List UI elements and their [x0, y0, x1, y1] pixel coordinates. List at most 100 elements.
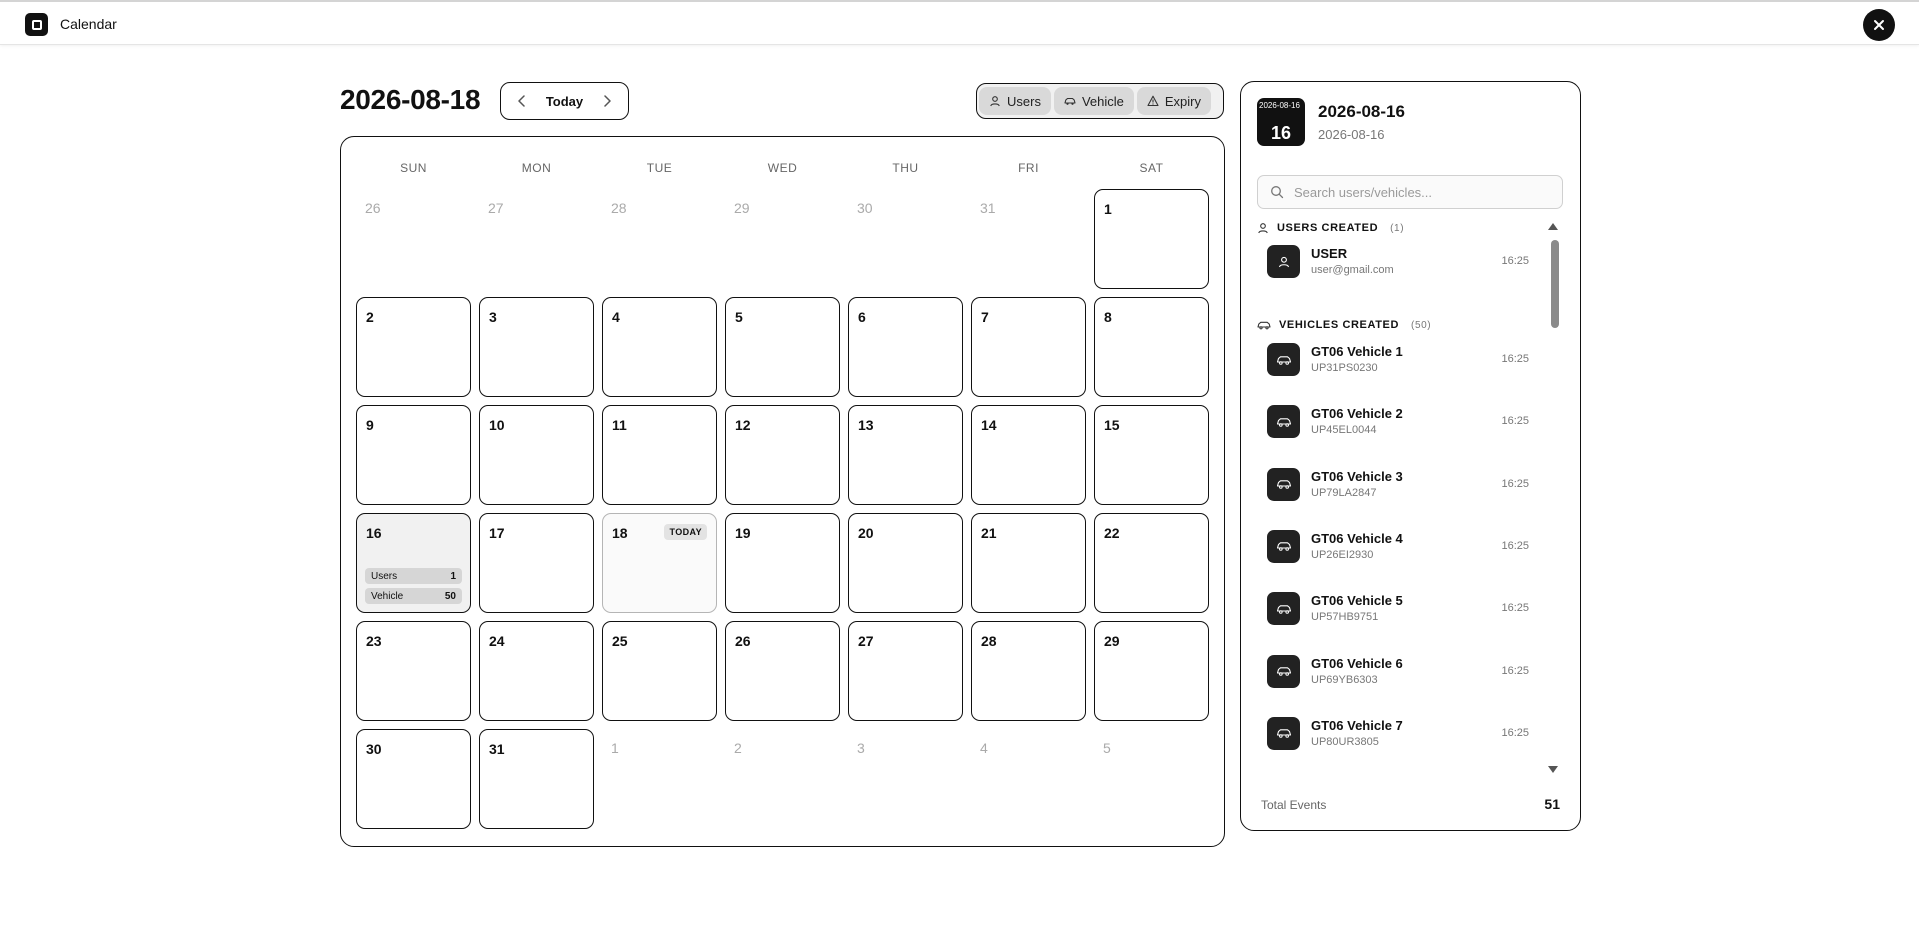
day-number: 12 [735, 417, 751, 433]
day-number: 1 [1104, 201, 1112, 217]
day-cell[interactable]: 10 [479, 405, 594, 505]
day-cell[interactable]: 2 [356, 297, 471, 397]
events-list[interactable]: USERS CREATED (1) USER user@gmail.com 16:… [1241, 217, 1541, 757]
weekday-header: MON [521, 161, 552, 175]
day-cell[interactable]: 17 [479, 513, 594, 613]
event-item-subtitle: UP31PS0230 [1311, 362, 1378, 374]
day-cell[interactable]: 1 [1094, 189, 1209, 289]
day-cell[interactable]: 11 [602, 405, 717, 505]
day-cell[interactable]: 31 [479, 729, 594, 829]
day-cell[interactable]: 30 [356, 729, 471, 829]
event-item-name: GT06 Vehicle 7 [1311, 717, 1403, 733]
day-cell[interactable]: 29 [1094, 621, 1209, 721]
day-number: 16 [366, 525, 382, 541]
event-list-item[interactable]: GT06 Vehicle 6 UP69YB6303 16:25 [1253, 647, 1539, 695]
filter-expiry-button[interactable]: Expiry [1136, 87, 1211, 115]
day-cell[interactable]: 8 [1094, 297, 1209, 397]
close-button[interactable] [1863, 9, 1895, 41]
section-header: USERS CREATED (1) [1257, 222, 1404, 234]
day-number: 6 [858, 309, 866, 325]
scroll-up-arrow[interactable] [1548, 223, 1558, 230]
scrollbar-thumb[interactable] [1551, 240, 1559, 328]
day-cell[interactable]: 15 [1094, 405, 1209, 505]
day-cell[interactable]: 5 [725, 297, 840, 397]
day-event-tag-count: 1 [450, 570, 456, 582]
filter-users-button[interactable]: Users [979, 87, 1051, 115]
day-cell[interactable]: 3 [479, 297, 594, 397]
event-list-item[interactable]: USER user@gmail.com 16:25 [1253, 237, 1539, 285]
event-item-name: USER [1311, 246, 1348, 261]
event-item-time: 16:25 [1501, 477, 1529, 490]
event-item-time: 16:25 [1501, 664, 1529, 677]
scroll-down-arrow[interactable] [1548, 766, 1558, 773]
day-cell-outside-month: 4 [971, 729, 1086, 829]
section-header-label: USERS CREATED [1277, 222, 1379, 234]
filter-users-label: Users [1007, 93, 1041, 109]
event-list-item[interactable]: GT06 Vehicle 2 UP45EL0044 16:25 [1253, 397, 1539, 445]
weekday-header: FRI [1018, 161, 1039, 175]
event-item-name: GT06 Vehicle 3 [1311, 468, 1403, 484]
day-cell[interactable]: 24 [479, 621, 594, 721]
day-number: 3 [857, 740, 865, 756]
day-number: 30 [857, 200, 873, 216]
day-cell[interactable]: 21 [971, 513, 1086, 613]
today-badge: TODAY [664, 524, 707, 540]
day-cell[interactable]: 4 [602, 297, 717, 397]
day-cell-outside-month: 3 [848, 729, 963, 829]
close-icon [1874, 20, 1884, 30]
day-cell[interactable]: 20 [848, 513, 963, 613]
day-cell[interactable]: 9 [356, 405, 471, 505]
day-event-tag[interactable]: Users 1 [365, 568, 462, 584]
day-number: 23 [366, 633, 382, 649]
app-logo-icon [25, 13, 48, 36]
day-number: 7 [981, 309, 989, 325]
day-cell[interactable]: 7 [971, 297, 1086, 397]
event-list-item[interactable]: GT06 Vehicle 3 UP79LA2847 16:25 [1253, 460, 1539, 508]
day-number: 4 [612, 309, 620, 325]
event-list-item[interactable]: GT06 Vehicle 7 UP80UR3805 16:25 [1253, 709, 1539, 757]
event-list-item[interactable]: GT06 Vehicle 5 UP57HB9751 16:25 [1253, 584, 1539, 632]
today-button[interactable]: Today [546, 94, 583, 109]
search-input[interactable] [1294, 184, 1544, 200]
day-cell[interactable]: 25 [602, 621, 717, 721]
next-button[interactable] [598, 92, 616, 110]
filter-vehicle-button[interactable]: Vehicle [1053, 87, 1134, 115]
day-number: 9 [366, 417, 374, 433]
day-cell[interactable]: 13 [848, 405, 963, 505]
day-cell[interactable]: 27 [848, 621, 963, 721]
day-cell[interactable]: 28 [971, 621, 1086, 721]
day-cell[interactable]: 22 [1094, 513, 1209, 613]
day-number: 10 [489, 417, 505, 433]
total-events-value: 51 [1544, 796, 1560, 812]
day-event-tag-label: Vehicle [371, 590, 404, 602]
day-number: 5 [1103, 740, 1111, 756]
day-cell-outside-month: 27 [479, 189, 594, 289]
day-number: 21 [981, 525, 997, 541]
event-list-item[interactable]: GT06 Vehicle 1 UP31PS0230 16:25 [1253, 335, 1539, 383]
day-cell[interactable]: 18 TODAY [602, 513, 717, 613]
day-event-tag[interactable]: Vehicle 50 [365, 588, 462, 604]
day-cell[interactable]: 16 Users 1 Vehicle 50 [356, 513, 471, 613]
day-number: 17 [489, 525, 505, 541]
day-cell-outside-month: 29 [725, 189, 840, 289]
event-item-subtitle: UP79LA2847 [1311, 486, 1377, 499]
day-cell[interactable]: 12 [725, 405, 840, 505]
date-badge-day: 16 [1270, 123, 1292, 143]
event-list-item[interactable]: GT06 Vehicle 4 UP26EI2930 16:25 [1253, 522, 1539, 570]
day-number: 27 [488, 200, 504, 216]
event-item-subtitle: user@gmail.com [1311, 264, 1394, 276]
day-number: 13 [858, 417, 874, 433]
day-cell[interactable]: 6 [848, 297, 963, 397]
day-number: 26 [365, 200, 381, 216]
day-cell-outside-month: 30 [848, 189, 963, 289]
warning-icon [1147, 95, 1159, 107]
weekday-header: THU [892, 161, 919, 175]
day-cell[interactable]: 19 [725, 513, 840, 613]
day-number: 2 [366, 309, 374, 325]
user-icon [990, 96, 1000, 107]
prev-button[interactable] [513, 92, 531, 110]
day-cell[interactable]: 23 [356, 621, 471, 721]
day-cell[interactable]: 14 [971, 405, 1086, 505]
day-cell[interactable]: 26 [725, 621, 840, 721]
day-number: 24 [489, 633, 505, 649]
